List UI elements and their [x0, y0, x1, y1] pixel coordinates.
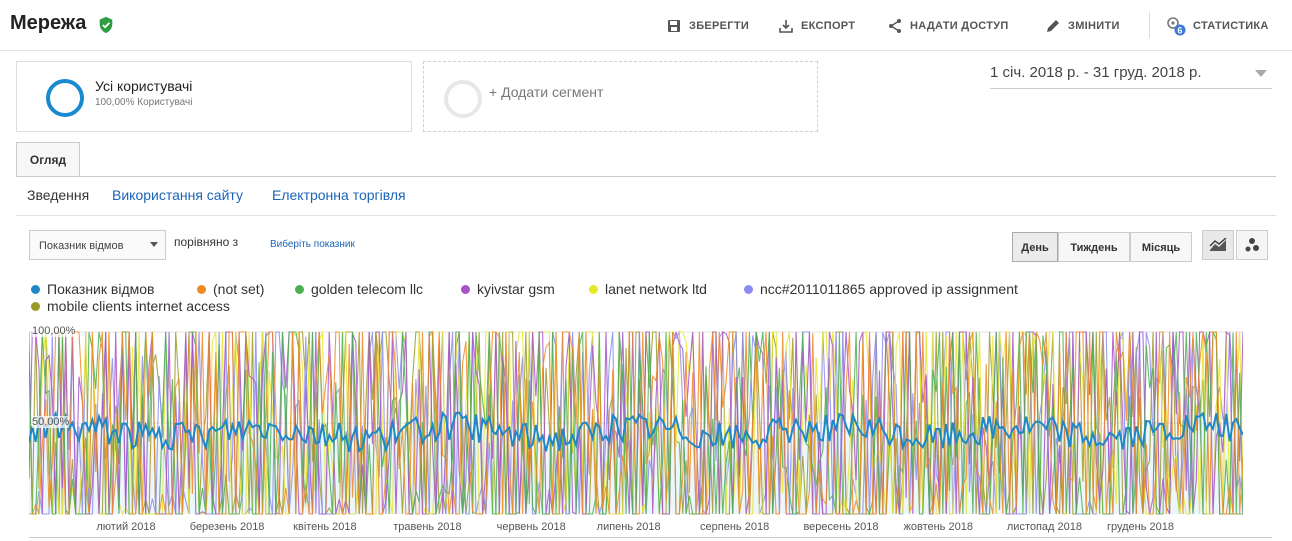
subnav-site-usage[interactable]: Використання сайту — [112, 187, 243, 203]
legend-dot — [589, 284, 598, 294]
legend-label: ncc#2011011865 approved ip assignment — [760, 281, 1018, 297]
segment-name: Усі користувачі — [95, 78, 193, 94]
edit-button[interactable]: ЗМІНИТИ — [1045, 16, 1120, 36]
section-divider — [16, 215, 1276, 216]
insights-icon: 6 — [1167, 17, 1186, 36]
legend-dot — [31, 284, 40, 294]
y-tick-label: 100,00% — [32, 325, 76, 337]
legend-label: Показник відмов — [47, 281, 155, 297]
metric-dropdown[interactable]: Показник відмов — [29, 230, 166, 260]
bubble-chart-icon — [1245, 238, 1259, 252]
compare-label: порівняно з — [174, 235, 239, 249]
legend-item[interactable]: Показник відмов — [31, 281, 154, 297]
legend-label: golden telecom llc — [311, 281, 424, 297]
motion-chart-view-button[interactable] — [1236, 230, 1268, 260]
line-chart — [29, 329, 1243, 515]
legend-item[interactable]: golden telecom llc — [295, 281, 423, 297]
legend-item[interactable]: (not set) — [197, 281, 264, 297]
save-button[interactable]: ЗБЕРЕГТИ — [666, 16, 749, 36]
legend-label: lanet network ltd — [605, 281, 707, 297]
chevron-down-icon[interactable] — [1255, 70, 1267, 77]
save-icon — [668, 20, 680, 32]
pencil-icon — [1047, 20, 1059, 32]
export-button[interactable]: ЕКСПОРТ — [778, 16, 855, 36]
x-tick-label: липень 2018 — [596, 521, 661, 533]
segment-all-users[interactable]: Усі користувачі 100,00% Користувачі — [16, 61, 412, 132]
legend-item[interactable]: ncc#2011011865 approved ip assignment — [744, 281, 1018, 297]
edit-label: ЗМІНИТИ — [1068, 20, 1120, 32]
x-tick-label: жовтень 2018 — [903, 521, 973, 533]
legend-dot — [197, 284, 206, 294]
legend-label: mobile clients internet access — [47, 298, 230, 314]
export-label: ЕКСПОРТ — [801, 20, 856, 32]
insights-button[interactable]: 6 СТАТИСТИКА — [1166, 16, 1269, 36]
subnav-summary[interactable]: Зведення — [27, 187, 89, 203]
tab-divider — [16, 176, 1276, 177]
share-button[interactable]: НАДАТИ ДОСТУП — [887, 16, 1009, 36]
chart-bottom-border — [29, 537, 1272, 538]
x-tick-label: вересень 2018 — [803, 521, 879, 533]
legend-item[interactable]: kyivstar gsm — [461, 281, 555, 297]
x-tick-label: грудень 2018 — [1106, 521, 1174, 533]
x-tick-label: лютий 2018 — [96, 521, 156, 533]
legend-item[interactable]: lanet network ltd — [589, 281, 707, 297]
legend-label: kyivstar gsm — [477, 281, 555, 297]
metric-chevron-down-icon[interactable] — [150, 242, 158, 247]
granularity-week-button[interactable]: Тиждень — [1058, 232, 1130, 262]
toolbar-divider — [1149, 12, 1150, 38]
legend-dot — [295, 284, 304, 294]
save-label: ЗБЕРЕГТИ — [689, 20, 750, 32]
report-header: Мережа ЗБЕРЕГТИ ЕКСПОРТ НАДАТИ ДОСТУП ЗМ… — [0, 0, 1292, 51]
export-icon — [779, 20, 793, 33]
add-segment-label: + Додати сегмент — [489, 84, 604, 100]
legend-label: (not set) — [213, 281, 265, 297]
y-tick-label: 50,00% — [32, 416, 70, 428]
share-icon — [889, 19, 901, 33]
x-tick-label: червень 2018 — [496, 521, 566, 533]
x-tick-label: листопад 2018 — [1006, 521, 1082, 533]
insights-label: СТАТИСТИКА — [1193, 20, 1269, 32]
subnav-ecommerce[interactable]: Електронна торгівля — [272, 187, 406, 203]
x-tick-label: серпень 2018 — [700, 521, 770, 533]
legend-dot — [744, 284, 753, 294]
granularity-day-button[interactable]: День — [1012, 232, 1058, 262]
x-tick-label: березень 2018 — [189, 521, 265, 533]
segment-subtitle: 100,00% Користувачі — [95, 97, 193, 108]
legend-dot — [31, 301, 40, 311]
line-chart-view-button[interactable] — [1202, 230, 1234, 260]
x-tick-label: квітень 2018 — [293, 521, 357, 533]
report-title: Мережа — [10, 12, 87, 34]
tab-overview[interactable]: Огляд — [16, 142, 80, 177]
line-chart-icon — [1209, 238, 1227, 251]
insights-badge: 6 — [1177, 26, 1182, 36]
segment-ring-icon — [46, 79, 84, 117]
verified-shield-icon — [99, 16, 113, 34]
choose-metric-link[interactable]: Виберіть показник — [270, 239, 355, 250]
x-tick-label: травень 2018 — [393, 521, 462, 533]
granularity-month-button[interactable]: Місяць — [1130, 232, 1192, 262]
empty-segment-ring-icon — [444, 80, 482, 118]
date-range-picker[interactable]: 1 січ. 2018 р. - 31 груд. 2018 р. — [990, 64, 1272, 89]
legend-item[interactable]: mobile clients internet access — [31, 298, 230, 314]
share-label: НАДАТИ ДОСТУП — [910, 20, 1009, 32]
add-segment-button[interactable]: + Додати сегмент — [423, 61, 818, 132]
legend-dot — [461, 284, 470, 294]
